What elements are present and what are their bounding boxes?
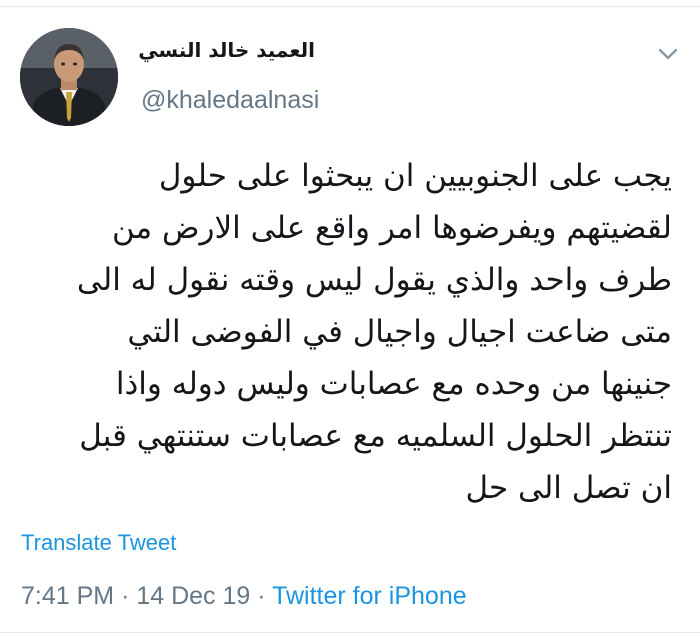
tweet-text-line: يجب على الجنوبيين ان يبحثوا على حلول — [158, 158, 672, 194]
author-handle[interactable]: @khaledaalnasi — [141, 86, 319, 115]
chevron-down-icon[interactable] — [656, 44, 680, 64]
tweet-time: 7:41 PM — [21, 582, 115, 610]
tweet-text-line: طرف واحد والذي يقول ليس وقته نقول له الى — [76, 262, 672, 298]
meta-separator: · — [121, 582, 130, 610]
tweet-metadata: 7:41 PM · 14 Dec 19 · Twitter for iPhone — [21, 582, 467, 611]
avatar[interactable] — [20, 28, 118, 126]
tweet-date[interactable]: 14 Dec 19 — [136, 582, 250, 610]
tweet-text: يجب على الجنوبيين ان يبحثوا على حلول لقض… — [32, 150, 672, 514]
translate-tweet-link[interactable]: Translate Tweet — [21, 530, 176, 556]
top-divider — [0, 6, 700, 7]
bottom-divider — [0, 632, 700, 633]
meta-separator: · — [257, 582, 266, 610]
tweet-text-line: متى ضاعت اجيال واجيال في الفوضى التي — [127, 314, 672, 350]
profile-photo — [20, 28, 118, 126]
tweet-text-line: تنتظر الحلول السلميه مع عصابات ستنتهي قب… — [79, 418, 672, 454]
tweet-text-line: جنينها من وحده مع عصابات وليس دوله واذا — [115, 366, 672, 402]
tweet-source-link[interactable]: Twitter for iPhone — [272, 582, 467, 610]
tweet-text-line: ان تصل الى حل — [465, 470, 672, 506]
tweet-text-line: لقضيتهم ويفرضوها امر واقع على الارض من — [111, 210, 672, 246]
author-display-name[interactable]: العميد خالد النسي — [138, 38, 315, 62]
